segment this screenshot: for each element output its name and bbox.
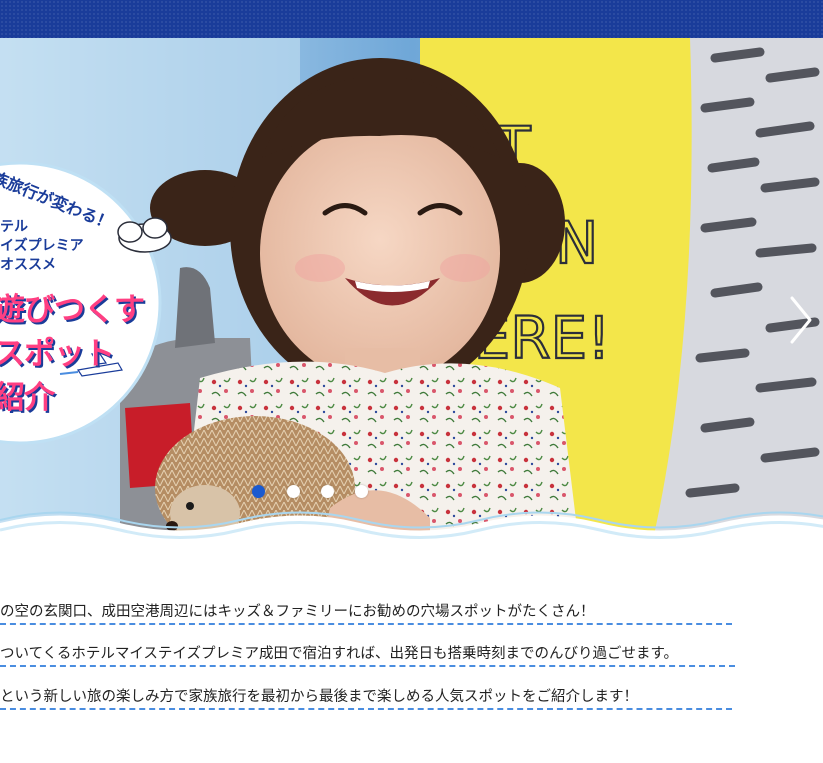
slider-next-button[interactable] [786,294,816,346]
hero-slider: IT N HERE! [0,38,823,553]
badge-heading-3: 紹介 [0,380,55,416]
intro-line-2: ついてくるホテルマイステイズプレミア成田で宿泊すれば、出発日も搭乗時刻までのんび… [0,642,735,667]
chevron-right-icon [790,296,812,344]
slide-dot-3[interactable] [321,485,334,498]
slide-dot-1[interactable] [252,485,265,498]
intro-line-1: の空の玄関口、成田空港周辺にはキッズ＆ファミリーにお勧めの穴場スポットがたくさん… [0,600,732,625]
slide-dot-2[interactable] [287,485,300,498]
intro-line-3: という新しい旅の楽しみ方で家族旅行を最初から最後まで楽しめる人気スポットをご紹介… [0,685,732,710]
badge-subline-2: イズプレミア [0,238,84,254]
slide-dot-4[interactable] [355,485,368,498]
badge-subline-1: テル [0,219,28,235]
hero-badge: 族旅行が変わる！ テル イズプレミア オススメ 遊びつくす スポット 紹介 [0,156,180,456]
badge-heading-2: スポット [0,336,115,372]
badge-heading-1: 遊びつくす [0,292,145,328]
badge-subline-3: オススメ [0,257,56,273]
top-header-bar [0,0,823,38]
